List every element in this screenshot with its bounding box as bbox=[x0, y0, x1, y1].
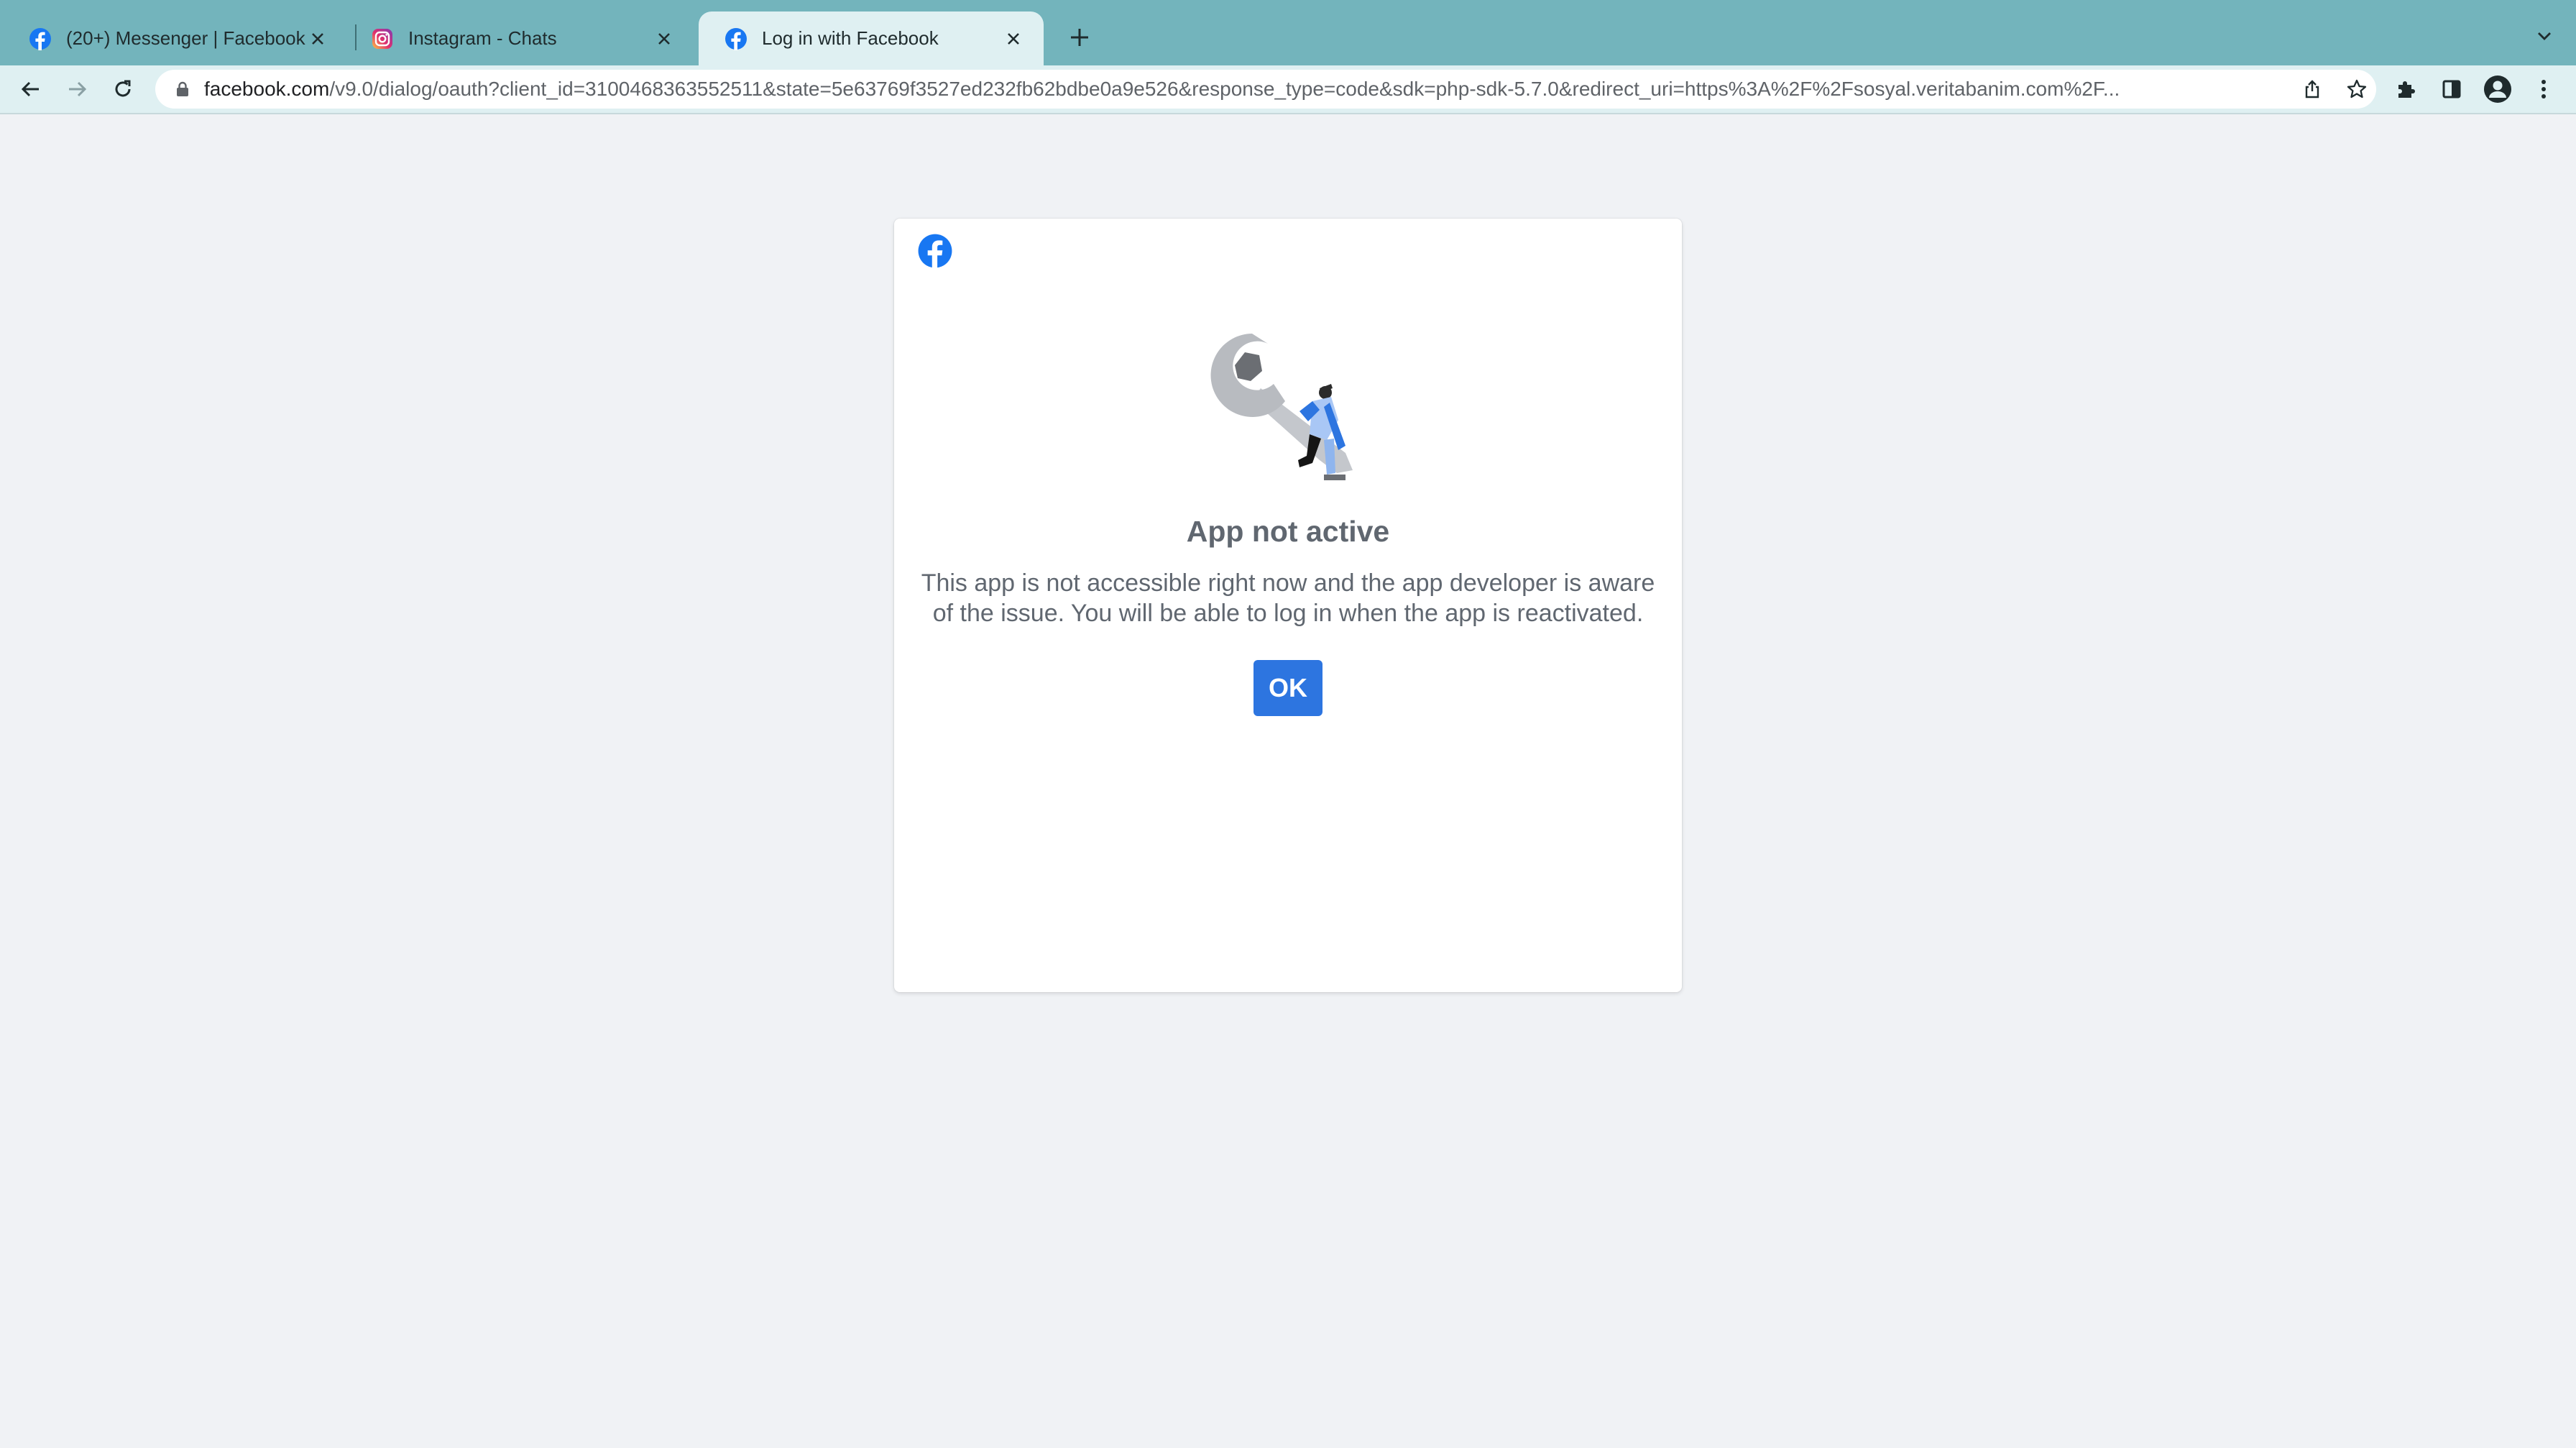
bookmark-button[interactable] bbox=[2343, 75, 2370, 103]
instagram-icon bbox=[372, 28, 392, 49]
tab-instagram[interactable]: Instagram - Chats bbox=[345, 12, 694, 65]
side-panel-button[interactable] bbox=[2435, 73, 2468, 106]
maintenance-wrench-illustration bbox=[1210, 334, 1353, 480]
reload-icon bbox=[115, 80, 131, 97]
tab-log-in-with-facebook[interactable]: Log in with Facebook bbox=[699, 12, 1044, 65]
kebab-menu-icon bbox=[2542, 80, 2546, 98]
share-icon bbox=[2305, 80, 2319, 98]
address-bar[interactable]: facebook.com/v9.0/dialog/oauth?client_id… bbox=[155, 70, 2376, 109]
close-tab-icon[interactable] bbox=[654, 29, 674, 49]
star-icon bbox=[2347, 79, 2367, 98]
dialog-message: This app is not accessible right now and… bbox=[921, 569, 1655, 627]
url-domain: facebook.com bbox=[204, 78, 330, 100]
puzzle-icon bbox=[2398, 81, 2415, 98]
plus-icon bbox=[1071, 29, 1088, 46]
tab-title: (20+) Messenger | Facebook bbox=[66, 27, 305, 49]
tab-title: Log in with Facebook bbox=[762, 27, 939, 49]
reload-button[interactable] bbox=[106, 73, 139, 106]
close-tab-icon[interactable] bbox=[308, 29, 328, 49]
facebook-icon bbox=[725, 27, 747, 50]
tab-title: Instagram - Chats bbox=[408, 27, 557, 49]
facebook-icon bbox=[29, 27, 51, 50]
tab-strip: (20+) Messenger | Facebook Instagram - C… bbox=[0, 0, 2576, 65]
avatar-icon bbox=[2484, 75, 2511, 103]
forward-button[interactable] bbox=[60, 73, 93, 106]
close-tab-icon[interactable] bbox=[1003, 29, 1024, 49]
extensions-button[interactable] bbox=[2389, 73, 2422, 106]
dialog-heading: App not active bbox=[1186, 515, 1390, 548]
app-not-active-dialog: App not active This app is not accessibl… bbox=[894, 219, 1682, 992]
back-button[interactable] bbox=[14, 73, 47, 106]
ok-button[interactable]: OK bbox=[1254, 660, 1322, 716]
new-tab-button[interactable] bbox=[1062, 20, 1097, 55]
url-path: /v9.0/dialog/oauth?client_id=31004683635… bbox=[329, 78, 2120, 100]
browser-menu-button[interactable] bbox=[2527, 73, 2560, 106]
share-button[interactable] bbox=[2299, 75, 2326, 103]
lock-icon bbox=[177, 81, 188, 96]
facebook-logo-icon bbox=[918, 234, 952, 269]
tab-messenger[interactable]: (20+) Messenger | Facebook bbox=[3, 12, 348, 65]
browser-toolbar: facebook.com/v9.0/dialog/oauth?client_id… bbox=[0, 65, 2576, 114]
url-text: facebook.com/v9.0/dialog/oauth?client_id… bbox=[204, 70, 2274, 109]
arrow-left-icon bbox=[21, 81, 39, 97]
side-panel-icon bbox=[2442, 80, 2461, 98]
chevron-down-icon bbox=[2538, 32, 2551, 40]
tab-search-button[interactable] bbox=[2529, 20, 2560, 52]
profile-button[interactable] bbox=[2481, 73, 2514, 106]
arrow-right-icon bbox=[69, 81, 87, 97]
